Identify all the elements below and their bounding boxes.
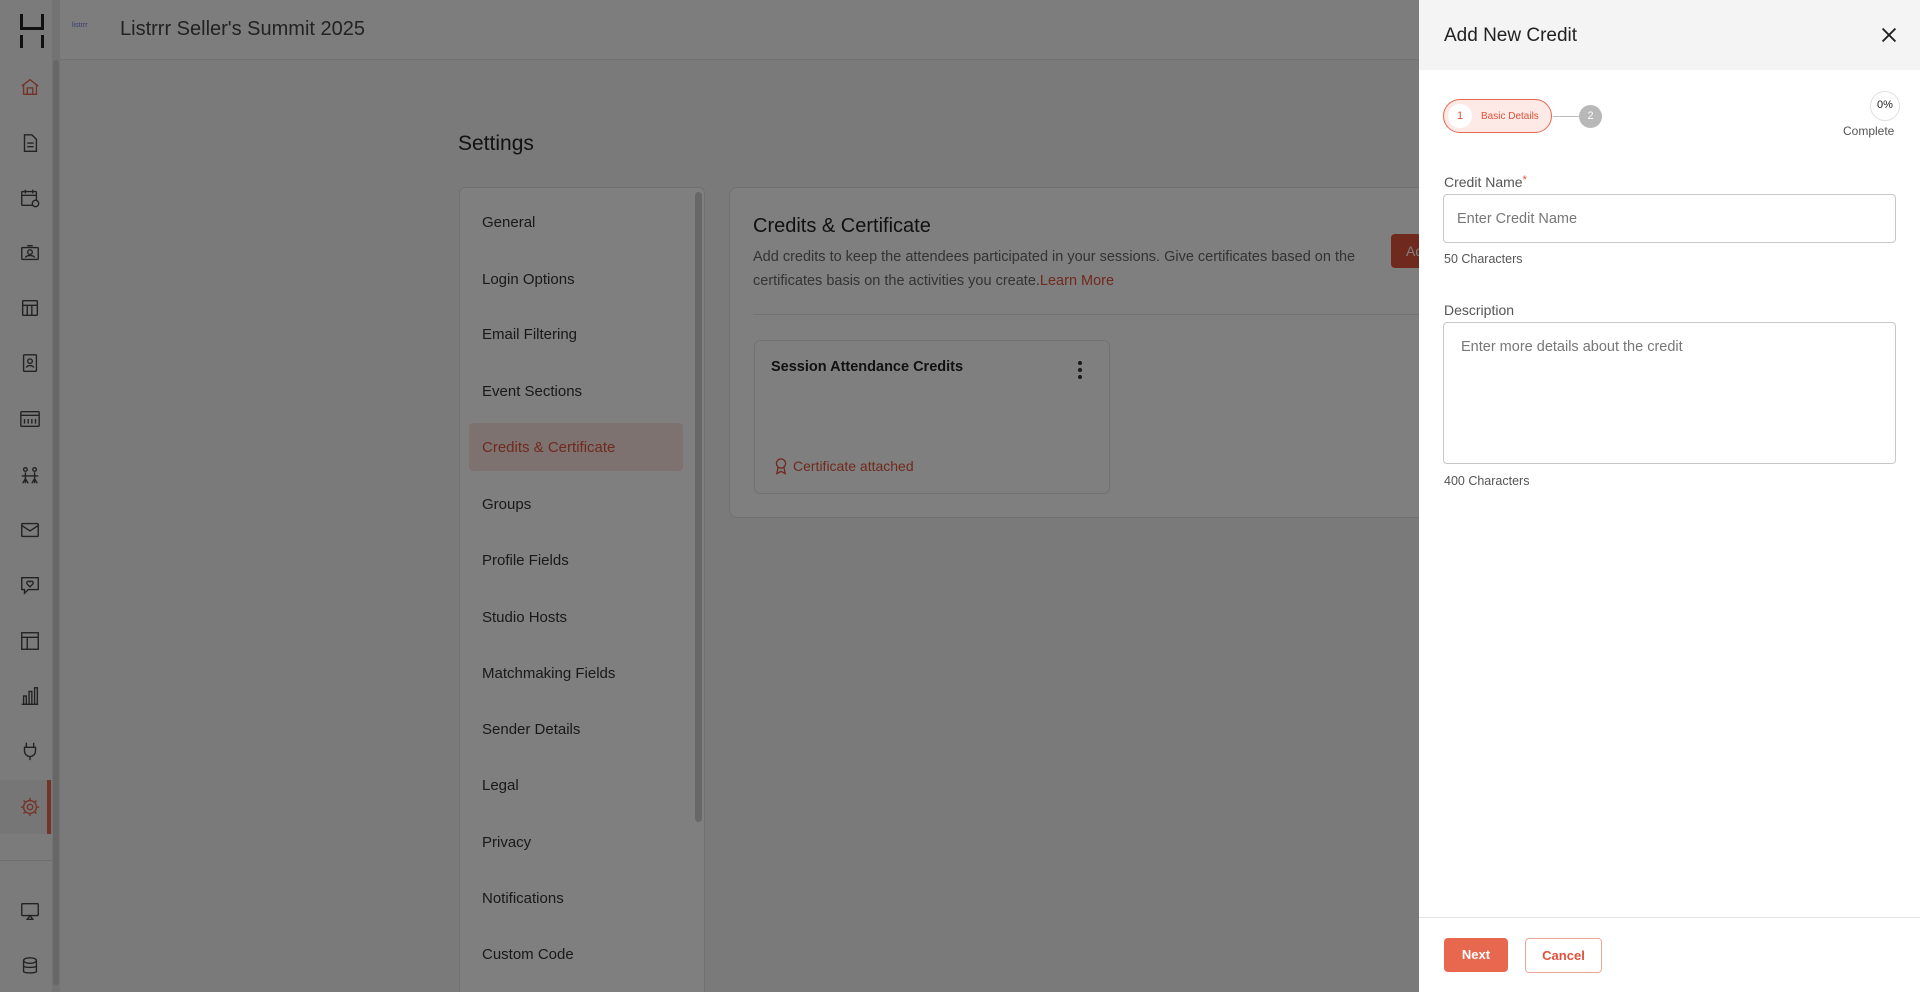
cancel-button[interactable]: Cancel [1525, 938, 1602, 973]
step-1-number: 1 [1448, 104, 1472, 128]
credit-name-label-text: Credit Name [1444, 174, 1523, 190]
progress-percent: 0% [1870, 91, 1900, 121]
step-connector [1553, 116, 1580, 117]
credit-name-help: 50 Characters [1444, 252, 1523, 266]
description-help: 400 Characters [1444, 474, 1530, 488]
description-textarea[interactable] [1443, 322, 1896, 464]
credit-name-label: Credit Name* [1444, 174, 1527, 190]
step-basic-details[interactable]: 1 Basic Details [1443, 99, 1552, 133]
required-mark: * [1522, 174, 1527, 186]
step-2[interactable]: 2 [1579, 105, 1602, 128]
step-1-label: Basic Details [1481, 111, 1539, 122]
drawer-header: Add New Credit [1419, 0, 1920, 70]
drawer-title: Add New Credit [1444, 25, 1578, 46]
drawer-footer: Next Cancel [1419, 917, 1920, 992]
next-button[interactable]: Next [1444, 938, 1508, 972]
description-label: Description [1444, 302, 1515, 318]
close-icon[interactable] [1878, 24, 1900, 46]
add-credit-drawer: Add New Credit 1 Basic Details 2 0% Comp… [1419, 0, 1920, 992]
credit-name-input[interactable] [1443, 194, 1896, 243]
progress-label: Complete [1843, 124, 1895, 138]
